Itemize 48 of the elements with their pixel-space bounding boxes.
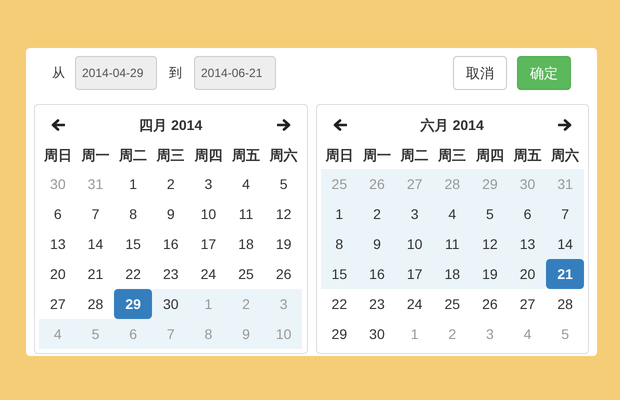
day-cell[interactable]: 12 [471, 229, 509, 259]
from-date-field[interactable]: 2014-04-29 [75, 56, 157, 90]
weekday-label: 周四 [194, 146, 222, 164]
day-cell[interactable]: 15 [320, 259, 358, 289]
day-cell[interactable]: 17 [396, 259, 434, 289]
previous-month-icon[interactable] [332, 119, 346, 131]
day-cell[interactable]: 16 [358, 259, 396, 289]
next-month-icon[interactable] [276, 119, 290, 131]
weekday-label: 周五 [232, 146, 260, 164]
from-label: 从 [52, 64, 65, 82]
weekday-label: 周日 [44, 146, 72, 164]
day-cell[interactable]: 7 [546, 199, 584, 229]
day-cell[interactable]: 20 [508, 259, 546, 289]
weekday-label: 周六 [270, 146, 298, 164]
weekday-label: 周二 [400, 146, 429, 164]
weekday-label: 周五 [514, 146, 542, 164]
next-month-icon[interactable] [558, 119, 572, 131]
month-title[interactable]: 六月 2014 [420, 114, 484, 136]
to-date-field[interactable]: 2014-06-21 [194, 56, 276, 90]
previous-month-icon[interactable] [51, 119, 65, 131]
day-cell[interactable]: 6 [508, 199, 546, 229]
day-cell[interactable]: 5 [471, 199, 509, 229]
to-label: 到 [169, 64, 182, 82]
weekday-label: 周三 [438, 146, 466, 164]
weekday-label: 周四 [476, 146, 504, 164]
day-cell[interactable]: 9 [358, 229, 396, 259]
weekday-label: 周一 [362, 146, 391, 164]
day-cell[interactable]: 30 [152, 289, 190, 319]
day-cell[interactable]: 14 [546, 229, 584, 259]
day-cell[interactable]: 8 [320, 229, 358, 259]
cancel-button[interactable]: 取消 [453, 56, 507, 90]
day-cell[interactable]: 1 [320, 199, 358, 229]
day-cell[interactable]: 11 [433, 229, 472, 259]
day-cell[interactable]: 18 [433, 259, 472, 289]
weekday-label: 周一 [81, 146, 110, 164]
weekday-label: 周日 [325, 146, 354, 164]
month-title[interactable]: 四月 2014 [139, 114, 202, 136]
day-cell[interactable]: 29 [114, 289, 152, 319]
day-cell[interactable]: 4 [433, 199, 472, 229]
day-cell[interactable]: 3 [396, 199, 434, 229]
day-cell[interactable]: 21 [546, 259, 584, 289]
day-cell[interactable]: 13 [508, 229, 546, 259]
day-cell[interactable]: 10 [396, 229, 434, 259]
weekday-label: 周六 [551, 146, 580, 164]
day-cell[interactable]: 2 [358, 199, 396, 229]
weekday-label: 周二 [119, 146, 148, 164]
weekday-label: 周三 [156, 146, 185, 164]
day-cell[interactable]: 19 [471, 259, 509, 289]
